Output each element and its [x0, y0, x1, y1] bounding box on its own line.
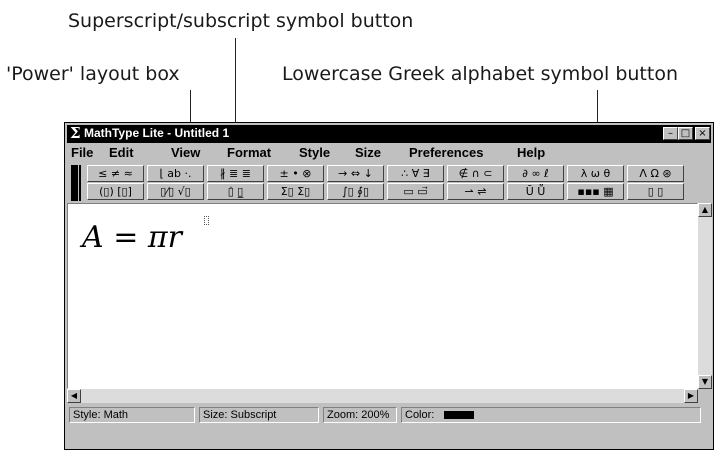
- status-zoom: Zoom: 200%: [323, 407, 397, 423]
- scroll-up-arrow-icon[interactable]: ▲: [698, 203, 712, 217]
- callout-greek: Lowercase Greek alphabet symbol button: [282, 63, 678, 85]
- callout-superscript: Superscript/subscript symbol button: [68, 10, 414, 32]
- status-color: Color:: [401, 407, 701, 423]
- arrow-symbols-button[interactable]: → ⇔ ↓: [327, 165, 384, 182]
- vertical-scrollbar[interactable]: ▲ ▼: [698, 203, 712, 389]
- minimize-button[interactable]: –: [663, 127, 678, 140]
- status-color-label: Color:: [405, 409, 435, 421]
- matrix-templates-button[interactable]: ▪▪▪ ▦: [567, 183, 624, 200]
- embellishments-button[interactable]: ∦ ≣ ≣: [207, 165, 264, 182]
- tab-templates-button[interactable]: ▯ ▯: [627, 183, 684, 200]
- underbar-overbar-templates-button[interactable]: ▭ ▭⃗: [387, 183, 444, 200]
- app-sigma-icon: Σ: [70, 124, 81, 142]
- close-button[interactable]: ×: [695, 127, 710, 140]
- scroll-down-arrow-icon[interactable]: ▼: [698, 375, 712, 389]
- spaces-ellipses-button[interactable]: ⌊ ab ·.: [147, 165, 204, 182]
- menu-format[interactable]: Format: [227, 145, 271, 160]
- lowercase-greek-button[interactable]: λ ω θ: [567, 165, 624, 182]
- menu-bar: File Edit View Format Style Size Prefere…: [67, 144, 711, 162]
- status-bar: Style: Math Size: Subscript Zoom: 200% C…: [67, 405, 711, 425]
- title-bar[interactable]: Σ MathType Lite - Untitled 1 – □ ×: [67, 124, 711, 143]
- labeled-arrow-templates-button[interactable]: ⇀ ⇌: [447, 183, 504, 200]
- horizontal-scrollbar[interactable]: ◀ ▶: [67, 389, 698, 403]
- symbol-toolbar: ≤ ≠ ≈ ⌊ ab ·. ∦ ≣ ≣ ± • ⊗ → ⇔ ↓ ∴ ∀ ∃ ∉ …: [67, 164, 711, 202]
- summation-templates-button[interactable]: Σ▯ Σ▯: [267, 183, 324, 200]
- menu-file[interactable]: File: [71, 145, 93, 160]
- logical-symbols-button[interactable]: ∴ ∀ ∃: [387, 165, 444, 182]
- operator-symbols-button[interactable]: ± • ⊗: [267, 165, 324, 182]
- equation-text[interactable]: A = πr: [82, 220, 182, 255]
- fraction-radical-templates-button[interactable]: ▯⁄▯ √▯: [147, 183, 204, 200]
- maximize-button[interactable]: □: [678, 127, 693, 140]
- status-size: Size: Subscript: [199, 407, 319, 423]
- power-layout-box[interactable]: [204, 216, 209, 225]
- menu-preferences[interactable]: Preferences: [409, 145, 483, 160]
- menu-view[interactable]: View: [171, 145, 200, 160]
- misc-symbols-button[interactable]: ∂ ∞ ℓ: [507, 165, 564, 182]
- scroll-left-arrow-icon[interactable]: ◀: [67, 389, 81, 403]
- toolbar-grip-edge: [79, 165, 81, 201]
- menu-edit[interactable]: Edit: [109, 145, 134, 160]
- relational-symbols-button[interactable]: ≤ ≠ ≈: [87, 165, 144, 182]
- superscript-subscript-button[interactable]: ▯̇ ▯̲: [207, 183, 264, 200]
- callout-power: 'Power' layout box: [6, 63, 180, 85]
- menu-style[interactable]: Style: [299, 145, 330, 160]
- mathtype-window: Σ MathType Lite - Untitled 1 – □ × File …: [64, 122, 714, 450]
- integral-templates-button[interactable]: ∫▯ ∮▯: [327, 183, 384, 200]
- scroll-right-arrow-icon[interactable]: ▶: [684, 389, 698, 403]
- color-swatch: [444, 411, 475, 420]
- set-theory-symbols-button[interactable]: ∉ ∩ ⊂: [447, 165, 504, 182]
- window-title: MathType Lite - Untitled 1: [84, 126, 230, 140]
- status-style: Style: Math: [69, 407, 195, 423]
- products-set-theory-templates-button[interactable]: Ū Ṻ: [507, 183, 564, 200]
- uppercase-greek-button[interactable]: Λ Ω ⊛: [627, 165, 684, 182]
- menu-size[interactable]: Size: [355, 145, 381, 160]
- equation-editing-area[interactable]: A = πr: [67, 203, 698, 389]
- menu-help[interactable]: Help: [517, 145, 545, 160]
- fence-templates-button[interactable]: (▯) [▯]: [87, 183, 144, 200]
- toolbar-grip[interactable]: [71, 165, 78, 201]
